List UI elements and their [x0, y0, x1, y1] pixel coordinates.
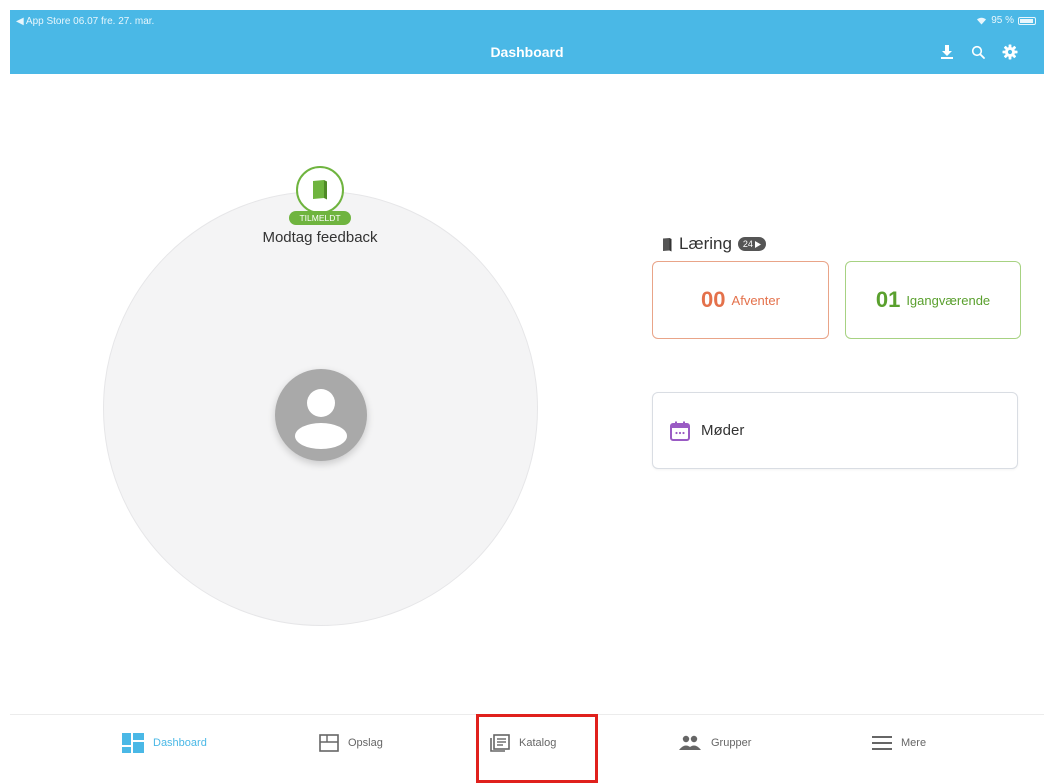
tab-label: Mere: [901, 737, 927, 749]
meetings-card[interactable]: Møder: [652, 392, 1018, 469]
dashboard-icon: [122, 733, 144, 753]
book-icon: [313, 180, 327, 200]
search-button[interactable]: [968, 42, 988, 62]
meetings-label: Møder: [701, 422, 745, 439]
tab-grupper[interactable]: Grupper: [678, 728, 751, 758]
in-progress-card[interactable]: 01 Igangværende: [845, 261, 1021, 339]
group-icon: [679, 735, 701, 750]
download-icon: [941, 45, 953, 59]
status-bar-left: ◀ App Store 06.07 fre. 27. mar.: [16, 16, 155, 27]
play-icon: [754, 240, 761, 248]
person-icon: [295, 389, 347, 449]
tab-mere[interactable]: Mere: [872, 728, 926, 758]
learning-title: Læring: [679, 234, 732, 253]
tab-label: Grupper: [711, 737, 752, 749]
download-button[interactable]: [937, 42, 957, 62]
gear-icon: [1002, 44, 1018, 60]
course-node[interactable]: [296, 166, 344, 214]
tab-label: Dashboard: [153, 737, 207, 749]
calendar-icon: [670, 421, 690, 441]
course-title[interactable]: Modtag feedback: [220, 229, 420, 246]
tab-label: Opslag: [348, 737, 383, 749]
wifi-icon: [977, 17, 987, 25]
pending-label: Afventer: [731, 292, 780, 308]
tab-opslag[interactable]: Opslag: [319, 728, 383, 758]
user-avatar[interactable]: [275, 369, 367, 461]
board-icon: [319, 734, 339, 752]
status-bar-right: 95 %: [976, 15, 1036, 26]
battery-icon: [1018, 16, 1036, 25]
katalog-highlight-box: [476, 714, 598, 783]
menu-icon: [872, 736, 892, 750]
tab-dashboard[interactable]: Dashboard: [122, 728, 207, 758]
pending-count: 00: [701, 287, 726, 312]
in-progress-label: Igangværende: [906, 292, 991, 308]
learning-count-badge: 24: [737, 237, 766, 251]
pending-card[interactable]: 00 Afventer: [652, 261, 829, 339]
book-icon: [663, 237, 672, 251]
learning-count: 24: [742, 239, 753, 249]
page-title: Dashboard: [490, 44, 564, 60]
in-progress-count: 01: [875, 287, 901, 312]
search-icon: [971, 45, 985, 59]
top-strip: [0, 0, 1051, 10]
battery-percent: 95 %: [991, 15, 1014, 26]
app-header: ◀ App Store 06.07 fre. 27. mar. 95 % Das…: [10, 10, 1044, 74]
settings-button[interactable]: [1000, 42, 1020, 62]
learning-header[interactable]: Læring 24: [661, 234, 766, 254]
enrolled-badge: TILMELDT: [289, 211, 351, 225]
